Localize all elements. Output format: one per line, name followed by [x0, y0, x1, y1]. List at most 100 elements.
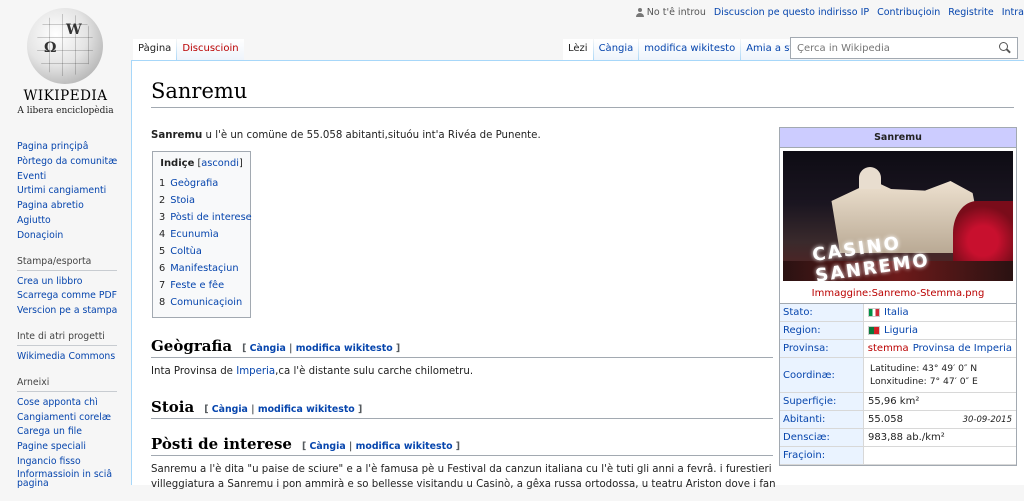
infobox-caption[interactable]: Immaggine:Sanremo-Stemma.png	[780, 284, 1016, 304]
toc-item[interactable]: 5Coltùa	[159, 243, 244, 260]
infobox-key[interactable]: Region:	[780, 322, 864, 339]
main-content: Sanremu Sanremu u l'è un comüne de 55.05…	[131, 60, 1024, 485]
sidebar-item-what-links-here[interactable]: Cose apponta chì	[17, 397, 98, 408]
sidebar-item-events[interactable]: Eventi	[17, 171, 46, 182]
liguria-flag-icon	[868, 326, 880, 335]
infobox-key[interactable]: Coordinæ:	[780, 358, 864, 392]
infobox-row-provinsa: Provinsa: stemma Provinsa de Imperia	[780, 340, 1016, 358]
sidebar-item-random-page[interactable]: Pagina abretio	[17, 200, 84, 211]
globe-glyph: W	[66, 22, 82, 38]
view-tabs: Lèzi Càngia modifica wikitesto Amia a st…	[563, 39, 813, 61]
infobox-key[interactable]: Densciæ:	[780, 429, 864, 446]
not-logged-label: No t'ê introu	[647, 7, 706, 18]
sidebar-item-page-info[interactable]: Informassioin in sciâ pagina	[17, 469, 112, 490]
infobox-image[interactable]: CASINO SANREMO	[783, 151, 1013, 281]
sidebar-item-community[interactable]: Pòrtego da comunitæ	[17, 156, 117, 167]
sidebar-item-special-pages[interactable]: Pagine speciali	[17, 441, 86, 452]
infobox-value	[864, 447, 1016, 464]
infobox-key[interactable]: Stato:	[780, 304, 864, 321]
toc-title: Indiçe [ascondi]	[159, 158, 244, 169]
sidebar-item-donations[interactable]: Donaçioin	[17, 230, 63, 241]
sidebar-projects-heading: Inte di atri progetti	[17, 331, 117, 346]
infobox-value-link[interactable]: Italia	[884, 307, 909, 318]
sidebar-item-related-changes[interactable]: Cangiamenti corelæ	[17, 412, 111, 423]
toc-link[interactable]: Coltùa	[170, 246, 202, 257]
latitude: Latitudine: 43° 49′ 0″ N	[870, 363, 977, 374]
toc-link[interactable]: Pòsti de interese	[170, 212, 251, 223]
tab-talk-label[interactable]: Discuscioin	[182, 43, 238, 54]
infobox-key[interactable]: Provinsa:	[780, 340, 864, 357]
toc-item[interactable]: 6 Manifestaçiun	[159, 260, 244, 277]
intro-bold: Sanremu	[151, 130, 202, 141]
infobox-value-link[interactable]: Provinsa de Imperia	[913, 343, 1012, 354]
infobox-value-link[interactable]: Liguria	[884, 325, 918, 336]
sidebar-item-upload-file[interactable]: Carega un file	[17, 426, 82, 437]
toc-item[interactable]: 3Pòsti de interese	[159, 209, 244, 226]
toc-link[interactable]: Stoia	[170, 195, 195, 206]
search-input[interactable]	[797, 43, 987, 54]
section-edit-link[interactable]: Càngia	[310, 441, 346, 452]
tab-edit-source-label[interactable]: modifica wikitesto	[644, 43, 735, 54]
sidebar-item-download-pdf[interactable]: Scarrega comme PDF	[17, 290, 117, 301]
tab-read-label[interactable]: Lèzi	[568, 43, 588, 54]
section-title: Pòsti de interese	[151, 435, 292, 453]
sidebar-item-printable[interactable]: Verscion pe a stampa	[17, 305, 117, 316]
infobox-row-densita: Densciæ:983,88 ab./km²	[780, 429, 1016, 447]
sidebar: Pagina prinçipâ Pòrtego da comunitæ Even…	[0, 140, 131, 501]
toc-number: 8	[159, 297, 165, 308]
toc-toggle[interactable]: ascondi	[201, 158, 239, 169]
infobox-row-region: Region: Liguria	[780, 322, 1016, 340]
section-edit-source-link[interactable]: modifica wikitesto	[296, 343, 393, 354]
tab-page-label[interactable]: Pàgina	[138, 43, 171, 54]
sidebar-item-help[interactable]: Agiutto	[17, 215, 51, 226]
toc-number: 6	[159, 263, 165, 274]
tab-talk[interactable]: Discuscioin	[177, 39, 243, 61]
toc-number: 1	[159, 178, 165, 189]
section-edit-link[interactable]: Càngia	[212, 404, 248, 415]
sidebar-item-permanent-link[interactable]: Ingancio fisso	[17, 456, 81, 467]
para-text: ,ca l'è distante sulu carche chilometru.	[275, 366, 473, 377]
infobox-key[interactable]: Superfiçie:	[780, 393, 864, 410]
namespace-tabs: Pàgina Discuscioin	[133, 39, 244, 61]
sidebar-item-commons[interactable]: Wikimedia Commons	[17, 351, 115, 362]
infobox-key[interactable]: Fraçioin:	[780, 447, 864, 464]
wikipedia-logo[interactable]: Ω W WIKIPEDIA A libera enciclopèdia	[0, 0, 131, 125]
sidebar-item-recent-changes[interactable]: Urtimi cangiamenti	[17, 185, 106, 196]
toc-item[interactable]: 2Stoia	[159, 192, 244, 209]
contributions-link[interactable]: Contribuçioin	[877, 7, 940, 18]
section-title: Stoia	[151, 398, 194, 416]
login-link[interactable]: Intra	[1002, 7, 1024, 18]
sidebar-item-main-page[interactable]: Pagina prinçipâ	[17, 141, 88, 152]
stemma-link[interactable]: stemma	[868, 343, 909, 354]
section-edit-source-link[interactable]: modifica wikitesto	[258, 404, 355, 415]
toc-link[interactable]: Geògrafia	[170, 178, 218, 189]
toc-item[interactable]: 4Ecunumìa	[159, 226, 244, 243]
sidebar-item-create-book[interactable]: Crea un libbro	[17, 276, 83, 287]
section-edit-link[interactable]: Càngia	[250, 343, 286, 354]
talk-link[interactable]: Discuscion pe questo indirisso IP	[714, 7, 869, 18]
infobox-row-stato: Stato: Italia	[780, 304, 1016, 322]
tab-read[interactable]: Lèzi	[563, 39, 593, 61]
toc-link[interactable]: Manifestaçiun	[170, 263, 238, 274]
search-box[interactable]	[790, 37, 1018, 59]
toc-link[interactable]: Ecunumìa	[170, 229, 218, 240]
longitude: Lonxitudine: 7° 47′ 0″ E	[870, 376, 978, 387]
infobox-row-abitanti: Abitanti:55.05830-09-2015	[780, 411, 1016, 429]
tab-edit[interactable]: Càngia	[594, 39, 639, 61]
section-edit-source-link[interactable]: modifica wikitesto	[356, 441, 453, 452]
tab-edit-source[interactable]: modifica wikitesto	[639, 39, 740, 61]
toc-link[interactable]: Comunicaçioin	[170, 297, 242, 308]
search-icon[interactable]	[999, 42, 1011, 54]
register-link[interactable]: Registrite	[948, 7, 993, 18]
toc-item[interactable]: 1 Geògrafia	[159, 175, 244, 192]
toc-link[interactable]: Feste e fêe	[170, 280, 224, 291]
infobox-value: 55.058	[868, 414, 903, 425]
tab-edit-label[interactable]: Càngia	[599, 43, 634, 54]
imperia-link[interactable]: Imperia	[236, 366, 275, 377]
toc-item[interactable]: 8 Comunicaçioin	[159, 294, 244, 311]
tab-page[interactable]: Pàgina	[133, 39, 176, 61]
section-edit-links: [ Càngia | modifica wikitesto ]	[204, 404, 362, 415]
casino-dome	[859, 167, 881, 189]
infobox-key[interactable]: Abitanti:	[780, 411, 864, 428]
toc-item[interactable]: 7Feste e fêe	[159, 277, 244, 294]
